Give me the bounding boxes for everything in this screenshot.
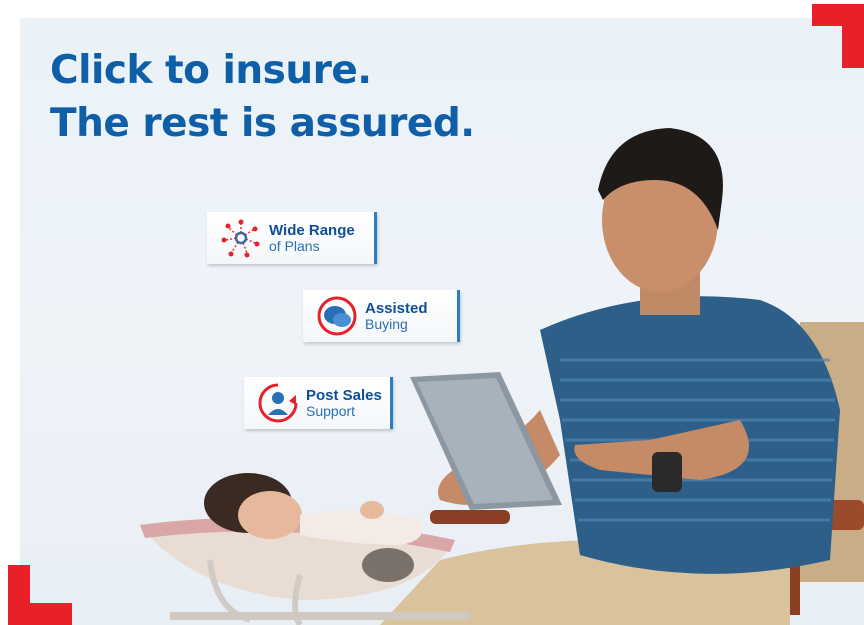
chat-bubble-icon <box>317 296 357 336</box>
badge-wide-range-of-plans: Wide Range of Plans <box>207 212 377 264</box>
support-person-icon <box>258 383 298 423</box>
badge-label-light: of Plans <box>269 237 320 254</box>
headline-line-2: The rest is assured. <box>50 101 475 146</box>
badge-label-light: Buying <box>365 315 408 332</box>
network-icon <box>221 219 260 258</box>
corner-accent-bottom-left-vertical <box>8 565 30 625</box>
badge-label-strong: Post Sales <box>306 386 382 404</box>
headline-line-1: Click to insure. <box>50 48 372 93</box>
badge-label-strong: Wide Range <box>269 221 355 239</box>
badge-post-sales-support: Post Sales Support <box>244 377 393 429</box>
badge-label-strong: Assisted <box>365 299 428 317</box>
corner-accent-top-right-vertical <box>842 4 864 68</box>
badge-label-light: Support <box>306 402 356 419</box>
badge-assisted-buying: Assisted Buying <box>303 290 460 342</box>
wristwatch <box>652 452 682 492</box>
